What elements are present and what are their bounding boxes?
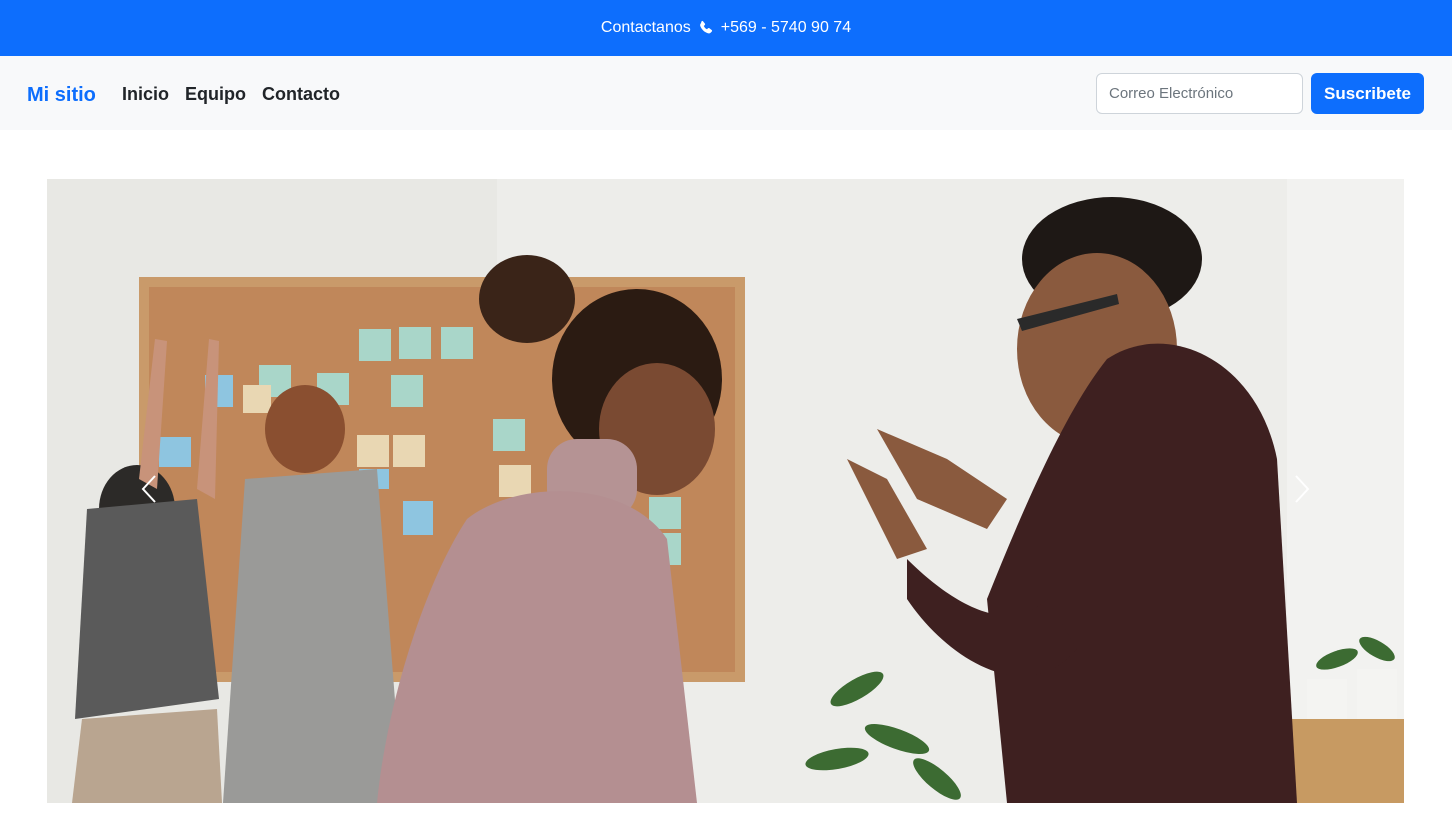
nav-link-contacto[interactable]: Contacto	[254, 80, 348, 108]
chevron-left-icon	[140, 474, 158, 509]
carousel-next-button[interactable]	[1282, 471, 1322, 511]
contact-bar: Contactanos +569 - 5740 90 74	[0, 0, 1452, 56]
image-carousel	[47, 179, 1404, 803]
nav-link-equipo[interactable]: Equipo	[177, 80, 254, 108]
nav-links: Inicio Equipo Contacto	[114, 80, 348, 108]
email-field[interactable]	[1096, 73, 1303, 114]
navbar: Mi sitio Inicio Equipo Contacto Suscribe…	[0, 56, 1452, 130]
phone-number: +569 - 5740 90 74	[720, 19, 852, 36]
phone-icon	[697, 19, 715, 37]
carousel-slide-image	[47, 179, 1404, 803]
contact-label: Contactanos	[600, 19, 691, 36]
carousel-prev-button[interactable]	[129, 471, 169, 511]
brand-logo[interactable]: Mi sitio	[27, 81, 96, 109]
subscribe-button[interactable]: Suscribete	[1311, 73, 1424, 114]
nav-link-inicio[interactable]: Inicio	[114, 80, 177, 108]
chevron-right-icon	[1293, 474, 1311, 509]
